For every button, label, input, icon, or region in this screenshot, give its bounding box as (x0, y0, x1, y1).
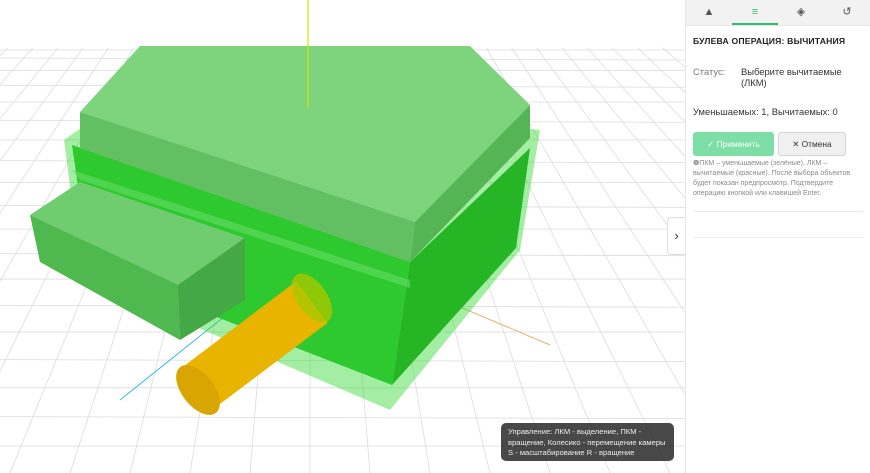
tab-layers[interactable]: ◈ (778, 0, 824, 25)
side-panel: ▲ ≡ ◈ ↺ БУЛЕВА ОПЕРАЦИЯ: ВЫЧИТАНИЯ Стату… (685, 0, 870, 473)
grid-line (0, 416, 685, 420)
chevron-right-icon: › (674, 228, 679, 243)
grid-line (0, 47, 8, 57)
apply-label: Применить (716, 139, 760, 149)
status-row: Статус: Выберите вычитаемые (ЛКМ) (693, 66, 870, 88)
layers-icon: ◈ (796, 6, 806, 18)
grid-line (536, 47, 685, 250)
divider (693, 211, 863, 212)
panel-tabs: ▲ ≡ ◈ ↺ (686, 0, 870, 26)
grid-line (612, 47, 685, 123)
panel-title: БУЛЕВА ОПЕРАЦИЯ: ВЫЧИТАНИЯ (693, 36, 846, 46)
grid-line (662, 47, 685, 68)
hint-body: ПКМ – уменьшаемые (зелёные), ЛКМ – вычит… (693, 160, 851, 197)
grid-line (586, 47, 685, 158)
collapse-panel-button[interactable]: › (667, 217, 685, 255)
shapes-icon: ▲ (703, 6, 715, 18)
3d-viewport[interactable]: Управление: ЛКМ - выделение, ПКМ - враще… (0, 0, 685, 473)
scene[interactable] (0, 0, 685, 473)
selection-counts: Уменьшаемых: 1, Вычитаемых: 0 (693, 106, 838, 117)
status-label: Статус: (693, 66, 726, 77)
cancel-label: Отмена (801, 139, 832, 149)
status-value: Выберите вычитаемые (ЛКМ) (740, 66, 842, 88)
grid-line (511, 47, 685, 314)
hint-text: ❶ПКМ – уменьшаемые (зелёные), ЛКМ – вычи… (693, 159, 863, 199)
tab-history[interactable]: ↺ (824, 0, 870, 25)
check-icon: ✓ (707, 139, 715, 149)
cancel-button[interactable]: ✕ Отмена (778, 132, 846, 156)
grid-line (0, 47, 34, 85)
tab-shapes[interactable]: ▲ (686, 0, 732, 25)
close-icon: ✕ (792, 139, 800, 149)
divider (693, 237, 863, 238)
controls-tooltip: Управление: ЛКМ - выделение, ПКМ - враще… (501, 423, 674, 461)
apply-button[interactable]: ✓ Применить (693, 132, 774, 156)
sliders-icon: ≡ (751, 6, 759, 18)
grid-line (561, 47, 685, 199)
history-icon: ↺ (842, 6, 852, 18)
tab-operations[interactable]: ≡ (732, 0, 778, 25)
